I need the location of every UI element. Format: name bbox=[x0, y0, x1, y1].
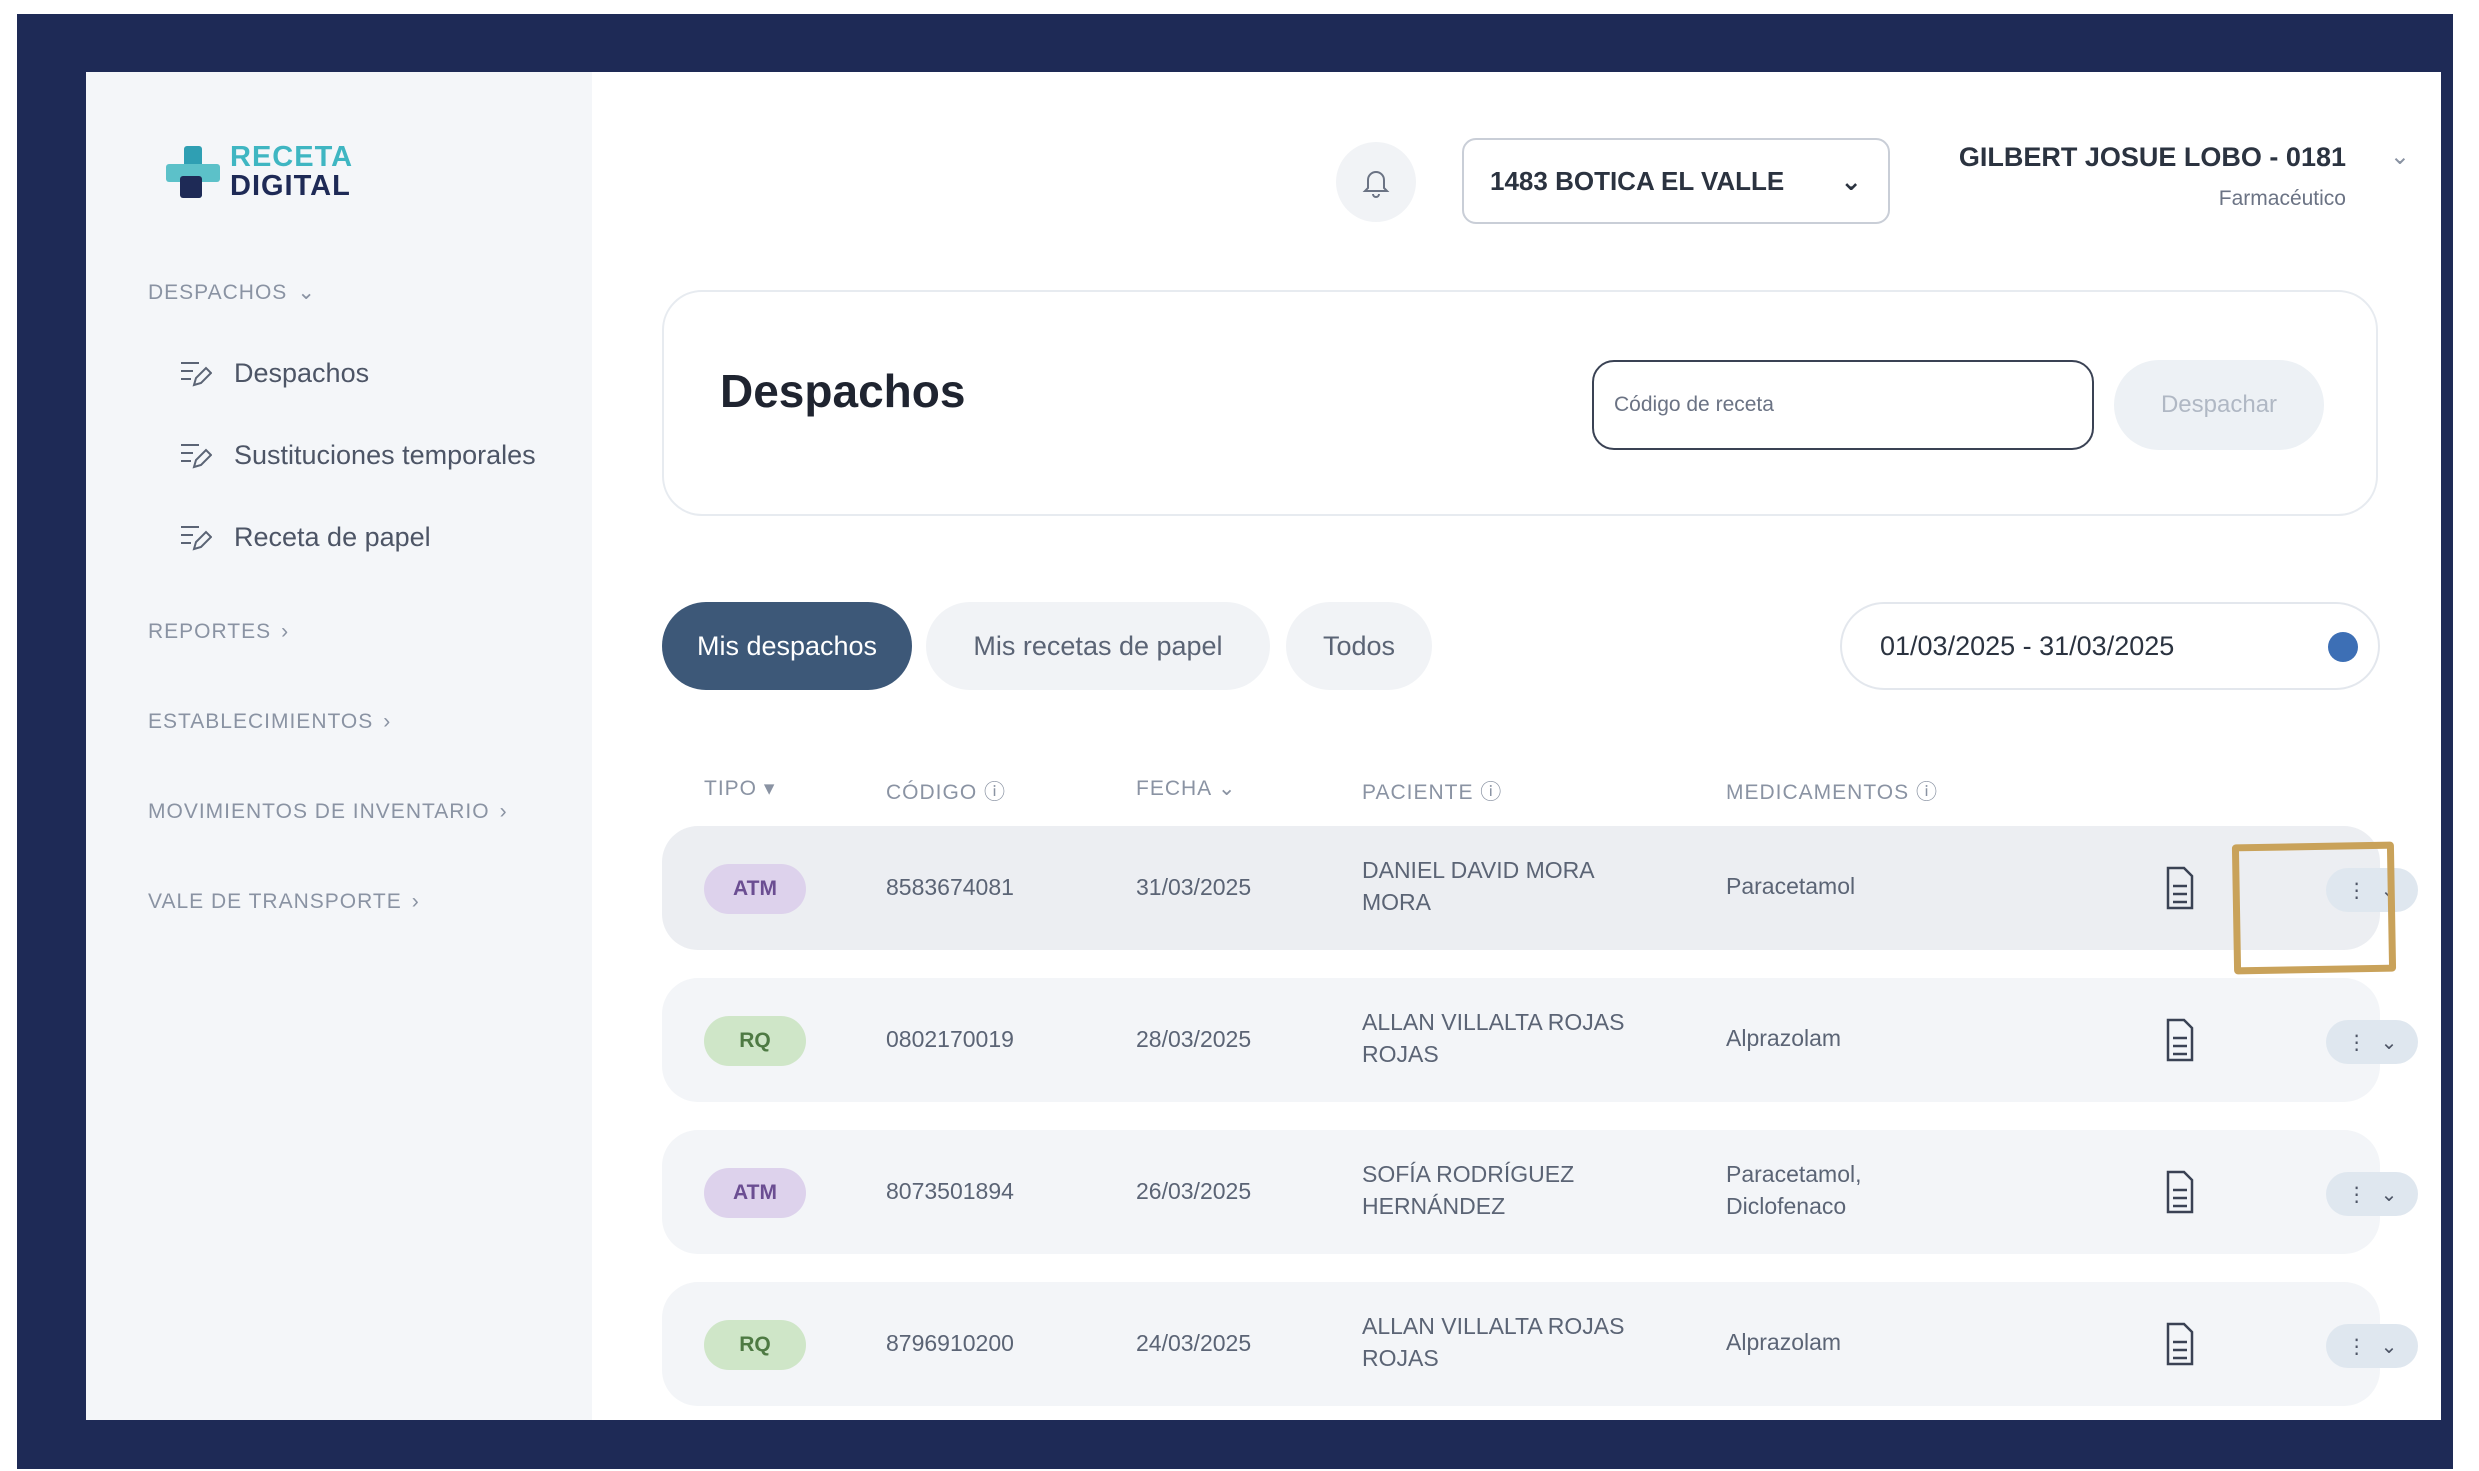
table-row[interactable]: ATM 8583674081 31/03/2025 DANIEL DAVID M… bbox=[662, 826, 2418, 950]
row-date: 24/03/2025 bbox=[1136, 1330, 1252, 1356]
more-icon: ⋮ bbox=[2346, 1183, 2367, 1206]
row-medications: Paracetamol bbox=[1726, 873, 1856, 899]
chevron-right-icon: › bbox=[411, 890, 420, 913]
sidebar-section-vale[interactable]: VALE DE TRANSPORTE › bbox=[148, 890, 420, 914]
tab-mis-recetas-papel[interactable]: Mis recetas de papel bbox=[926, 602, 1270, 690]
section-label: REPORTES bbox=[148, 620, 272, 643]
sidebar-item-receta-papel[interactable]: Receta de papel bbox=[178, 522, 431, 553]
column-header-codigo[interactable]: CÓDIGO ⓘ bbox=[886, 776, 1006, 806]
sidebar: RECETA DIGITAL DESPACHOS ⌄ Despachos Sus… bbox=[86, 72, 592, 1420]
cross-logo-icon bbox=[164, 142, 220, 202]
row-date: 28/03/2025 bbox=[1136, 1026, 1252, 1052]
dispatch-button[interactable]: Despachar bbox=[2114, 360, 2324, 450]
date-range-picker[interactable]: 01/03/2025 - 31/03/2025 bbox=[1840, 602, 2380, 690]
type-badge: RQ bbox=[704, 1016, 806, 1066]
chevron-right-icon: › bbox=[499, 800, 508, 823]
app-screen: RECETA DIGITAL DESPACHOS ⌄ Despachos Sus… bbox=[86, 72, 2441, 1420]
store-select-value: 1483 BOTICA EL VALLE bbox=[1490, 165, 1785, 196]
date-range-value: 01/03/2025 - 31/03/2025 bbox=[1880, 630, 2175, 661]
sidebar-section-despachos[interactable]: DESPACHOS ⌄ bbox=[148, 280, 316, 305]
row-code: 8796910200 bbox=[886, 1330, 1014, 1356]
document-icon[interactable] bbox=[2164, 1320, 2196, 1368]
row-actions-button[interactable]: ⋮ ⌄ bbox=[2326, 1172, 2418, 1216]
row-patient: DANIEL DAVID MORA MORA bbox=[1362, 857, 1595, 915]
chevron-down-icon: ⌄ bbox=[1840, 165, 1862, 196]
more-icon: ⋮ bbox=[2346, 1031, 2367, 1054]
tab-mis-despachos[interactable]: Mis despachos bbox=[662, 602, 912, 690]
column-header-paciente[interactable]: PACIENTE ⓘ bbox=[1362, 776, 1502, 806]
column-header-medicamentos[interactable]: MEDICAMENTOS ⓘ bbox=[1726, 776, 1938, 806]
row-date: 31/03/2025 bbox=[1136, 874, 1252, 900]
sidebar-item-label: Receta de papel bbox=[234, 522, 431, 552]
row-medications: Alprazolam bbox=[1726, 1329, 1842, 1355]
section-label: VALE DE TRANSPORTE bbox=[148, 890, 402, 913]
user-menu[interactable]: GILBERT JOSUE LOBO - 0181 Farmacéutico ⌄ bbox=[1906, 142, 2416, 211]
section-label: DESPACHOS bbox=[148, 280, 288, 304]
row-actions-button[interactable]: ⋮ ⌄ bbox=[2326, 1020, 2418, 1064]
row-code: 8583674081 bbox=[886, 874, 1014, 900]
row-patient: ALLAN VILLALTA ROJAS ROJAS bbox=[1362, 1009, 1625, 1067]
sidebar-item-label: Sustituciones temporales bbox=[234, 440, 536, 470]
column-header-tipo[interactable]: TIPO ▾ bbox=[704, 776, 775, 801]
notifications-button[interactable] bbox=[1336, 142, 1416, 222]
brand-line-1: RECETA bbox=[230, 141, 354, 173]
row-medications: Paracetamol, Diclofenaco bbox=[1726, 1161, 1862, 1219]
chevron-down-icon: ⌄ bbox=[2380, 1335, 2398, 1358]
row-medications: Alprazolam bbox=[1726, 1025, 1842, 1051]
table-row[interactable]: ATM 8073501894 26/03/2025 SOFÍA RODRÍGUE… bbox=[662, 1130, 2418, 1254]
type-badge: RQ bbox=[704, 1320, 806, 1370]
row-patient: SOFÍA RODRÍGUEZ HERNÁNDEZ bbox=[1362, 1161, 1575, 1219]
sidebar-item-despachos[interactable]: Despachos bbox=[178, 358, 369, 389]
tab-todos[interactable]: Todos bbox=[1286, 602, 1432, 690]
prescription-code-input[interactable] bbox=[1592, 360, 2094, 450]
column-header-fecha[interactable]: FECHA ⌄ bbox=[1136, 776, 1236, 801]
sidebar-item-sustituciones[interactable]: Sustituciones temporales bbox=[178, 440, 536, 471]
user-name: GILBERT JOSUE LOBO - 0181 bbox=[1958, 142, 2346, 172]
more-icon: ⋮ bbox=[2346, 1335, 2367, 1358]
brand-logo[interactable]: RECETA DIGITAL bbox=[164, 142, 353, 202]
row-code: 0802170019 bbox=[886, 1026, 1014, 1052]
document-icon[interactable] bbox=[2164, 864, 2196, 912]
chevron-down-icon: ⌄ bbox=[2380, 1031, 2398, 1054]
document-icon[interactable] bbox=[2164, 1016, 2196, 1064]
edit-document-icon bbox=[178, 523, 213, 553]
page-title: Despachos bbox=[720, 365, 966, 417]
sidebar-section-reportes[interactable]: REPORTES › bbox=[148, 620, 289, 644]
chevron-right-icon: › bbox=[281, 620, 290, 643]
sidebar-item-label: Despachos bbox=[234, 358, 370, 388]
section-label: ESTABLECIMIENTOS bbox=[148, 710, 374, 733]
sidebar-section-establecimientos[interactable]: ESTABLECIMIENTOS › bbox=[148, 710, 391, 734]
row-actions-button[interactable]: ⋮ ⌄ bbox=[2326, 1324, 2418, 1368]
row-date: 26/03/2025 bbox=[1136, 1178, 1252, 1204]
document-icon[interactable] bbox=[2164, 1168, 2196, 1216]
table-row[interactable]: RQ 0802170019 28/03/2025 ALLAN VILLALTA … bbox=[662, 978, 2418, 1102]
chevron-down-icon: ⌄ bbox=[2380, 1183, 2398, 1206]
row-patient: ALLAN VILLALTA ROJAS ROJAS bbox=[1362, 1313, 1625, 1371]
brand-line-2: DIGITAL bbox=[230, 170, 351, 202]
store-select[interactable]: 1483 BOTICA EL VALLE ⌄ bbox=[1462, 138, 1890, 224]
edit-document-icon bbox=[178, 359, 213, 389]
row-code: 8073501894 bbox=[886, 1178, 1014, 1204]
calendar-icon bbox=[2328, 632, 2358, 662]
bell-icon bbox=[1362, 171, 1390, 198]
type-badge: ATM bbox=[704, 864, 806, 914]
section-label: MOVIMIENTOS DE INVENTARIO bbox=[148, 800, 490, 823]
chevron-down-icon: ⌄ bbox=[2389, 143, 2410, 170]
header-card: Despachos Despachar bbox=[662, 290, 2378, 516]
chevron-down-icon: ⌄ bbox=[297, 281, 316, 304]
type-badge: ATM bbox=[704, 1168, 806, 1218]
edit-document-icon bbox=[178, 441, 213, 471]
user-role: Farmacéutico bbox=[2218, 187, 2346, 210]
highlight-annotation bbox=[2231, 841, 2397, 975]
chevron-right-icon: › bbox=[383, 710, 392, 733]
sidebar-section-movimientos[interactable]: MOVIMIENTOS DE INVENTARIO › bbox=[148, 800, 508, 824]
table-row[interactable]: RQ 8796910200 24/03/2025 ALLAN VILLALTA … bbox=[662, 1282, 2418, 1406]
